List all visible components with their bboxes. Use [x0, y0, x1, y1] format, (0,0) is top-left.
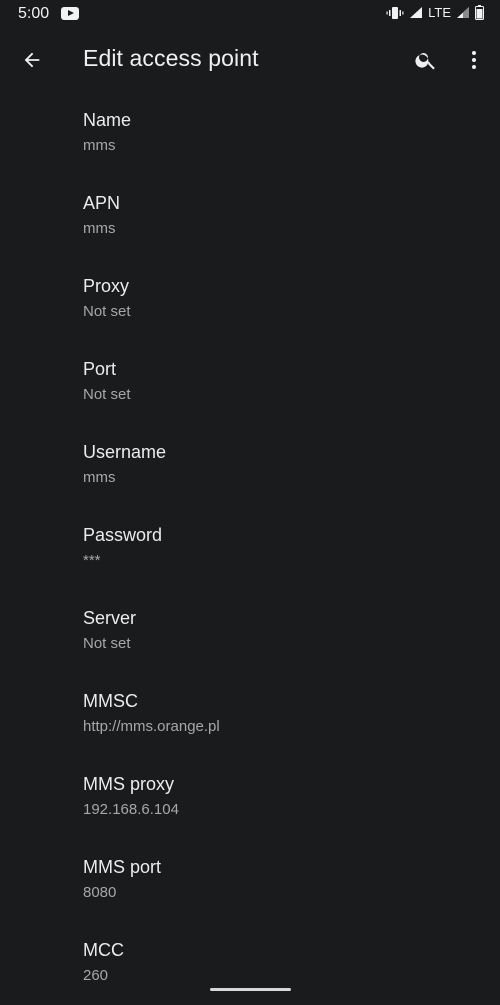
more-options-button[interactable] [458, 44, 490, 76]
cell-signal-icon [456, 6, 470, 19]
gesture-nav-handle[interactable] [210, 988, 291, 991]
back-arrow-icon [24, 52, 40, 68]
setting-title: MMS port [83, 857, 162, 877]
back-button[interactable] [16, 44, 48, 76]
setting-value: Not set [83, 386, 131, 403]
setting-value: 8080 [83, 884, 117, 901]
page-title: Edit access point [83, 45, 259, 71]
more-vert-icon [472, 51, 476, 69]
setting-value: mms [83, 220, 116, 237]
setting-value: Not set [83, 303, 131, 320]
setting-item-name[interactable]: Name mms [0, 92, 500, 175]
setting-value: Not set [83, 635, 131, 652]
app-toolbar: Edit access point [0, 28, 500, 92]
search-button[interactable] [410, 44, 442, 76]
setting-value: mms [83, 137, 116, 154]
status-icons: LTE [386, 5, 484, 20]
setting-title: Name [83, 110, 132, 130]
setting-title: Username [83, 442, 167, 462]
status-bar: 5:00 LTE [0, 0, 500, 28]
setting-title: MMSC [83, 691, 138, 711]
status-time: 5:00 [18, 5, 50, 22]
setting-value: 192.168.6.104 [83, 801, 179, 818]
setting-title: Proxy [83, 276, 130, 296]
wifi-signal-icon [409, 6, 423, 19]
setting-title: MCC [83, 940, 124, 960]
network-type-label: LTE [428, 5, 451, 20]
vibrate-icon [386, 6, 404, 20]
setting-title: Server [83, 608, 137, 628]
setting-item-server[interactable]: Server Not set [0, 590, 500, 673]
setting-value: mms [83, 469, 116, 486]
setting-item-mcc[interactable]: MCC 260 [0, 922, 500, 1005]
setting-title: MMS proxy [83, 774, 175, 794]
setting-value: *** [83, 552, 101, 569]
setting-item-port[interactable]: Port Not set [0, 341, 500, 424]
setting-item-username[interactable]: Username mms [0, 424, 500, 507]
setting-value: 260 [83, 967, 109, 984]
search-icon [415, 53, 435, 70]
setting-value: http://mms.orange.pl [83, 718, 220, 735]
battery-icon [475, 5, 484, 20]
setting-item-mmsc[interactable]: MMSC http://mms.orange.pl [0, 673, 500, 756]
setting-item-mms-port[interactable]: MMS port 8080 [0, 839, 500, 922]
setting-title: Port [83, 359, 117, 379]
setting-title: APN [83, 193, 121, 213]
setting-title: Password [83, 525, 163, 545]
youtube-notification-icon [61, 7, 79, 20]
setting-item-apn[interactable]: APN mms [0, 175, 500, 258]
setting-item-proxy[interactable]: Proxy Not set [0, 258, 500, 341]
setting-item-password[interactable]: Password *** [0, 507, 500, 590]
setting-item-mms-proxy[interactable]: MMS proxy 192.168.6.104 [0, 756, 500, 839]
